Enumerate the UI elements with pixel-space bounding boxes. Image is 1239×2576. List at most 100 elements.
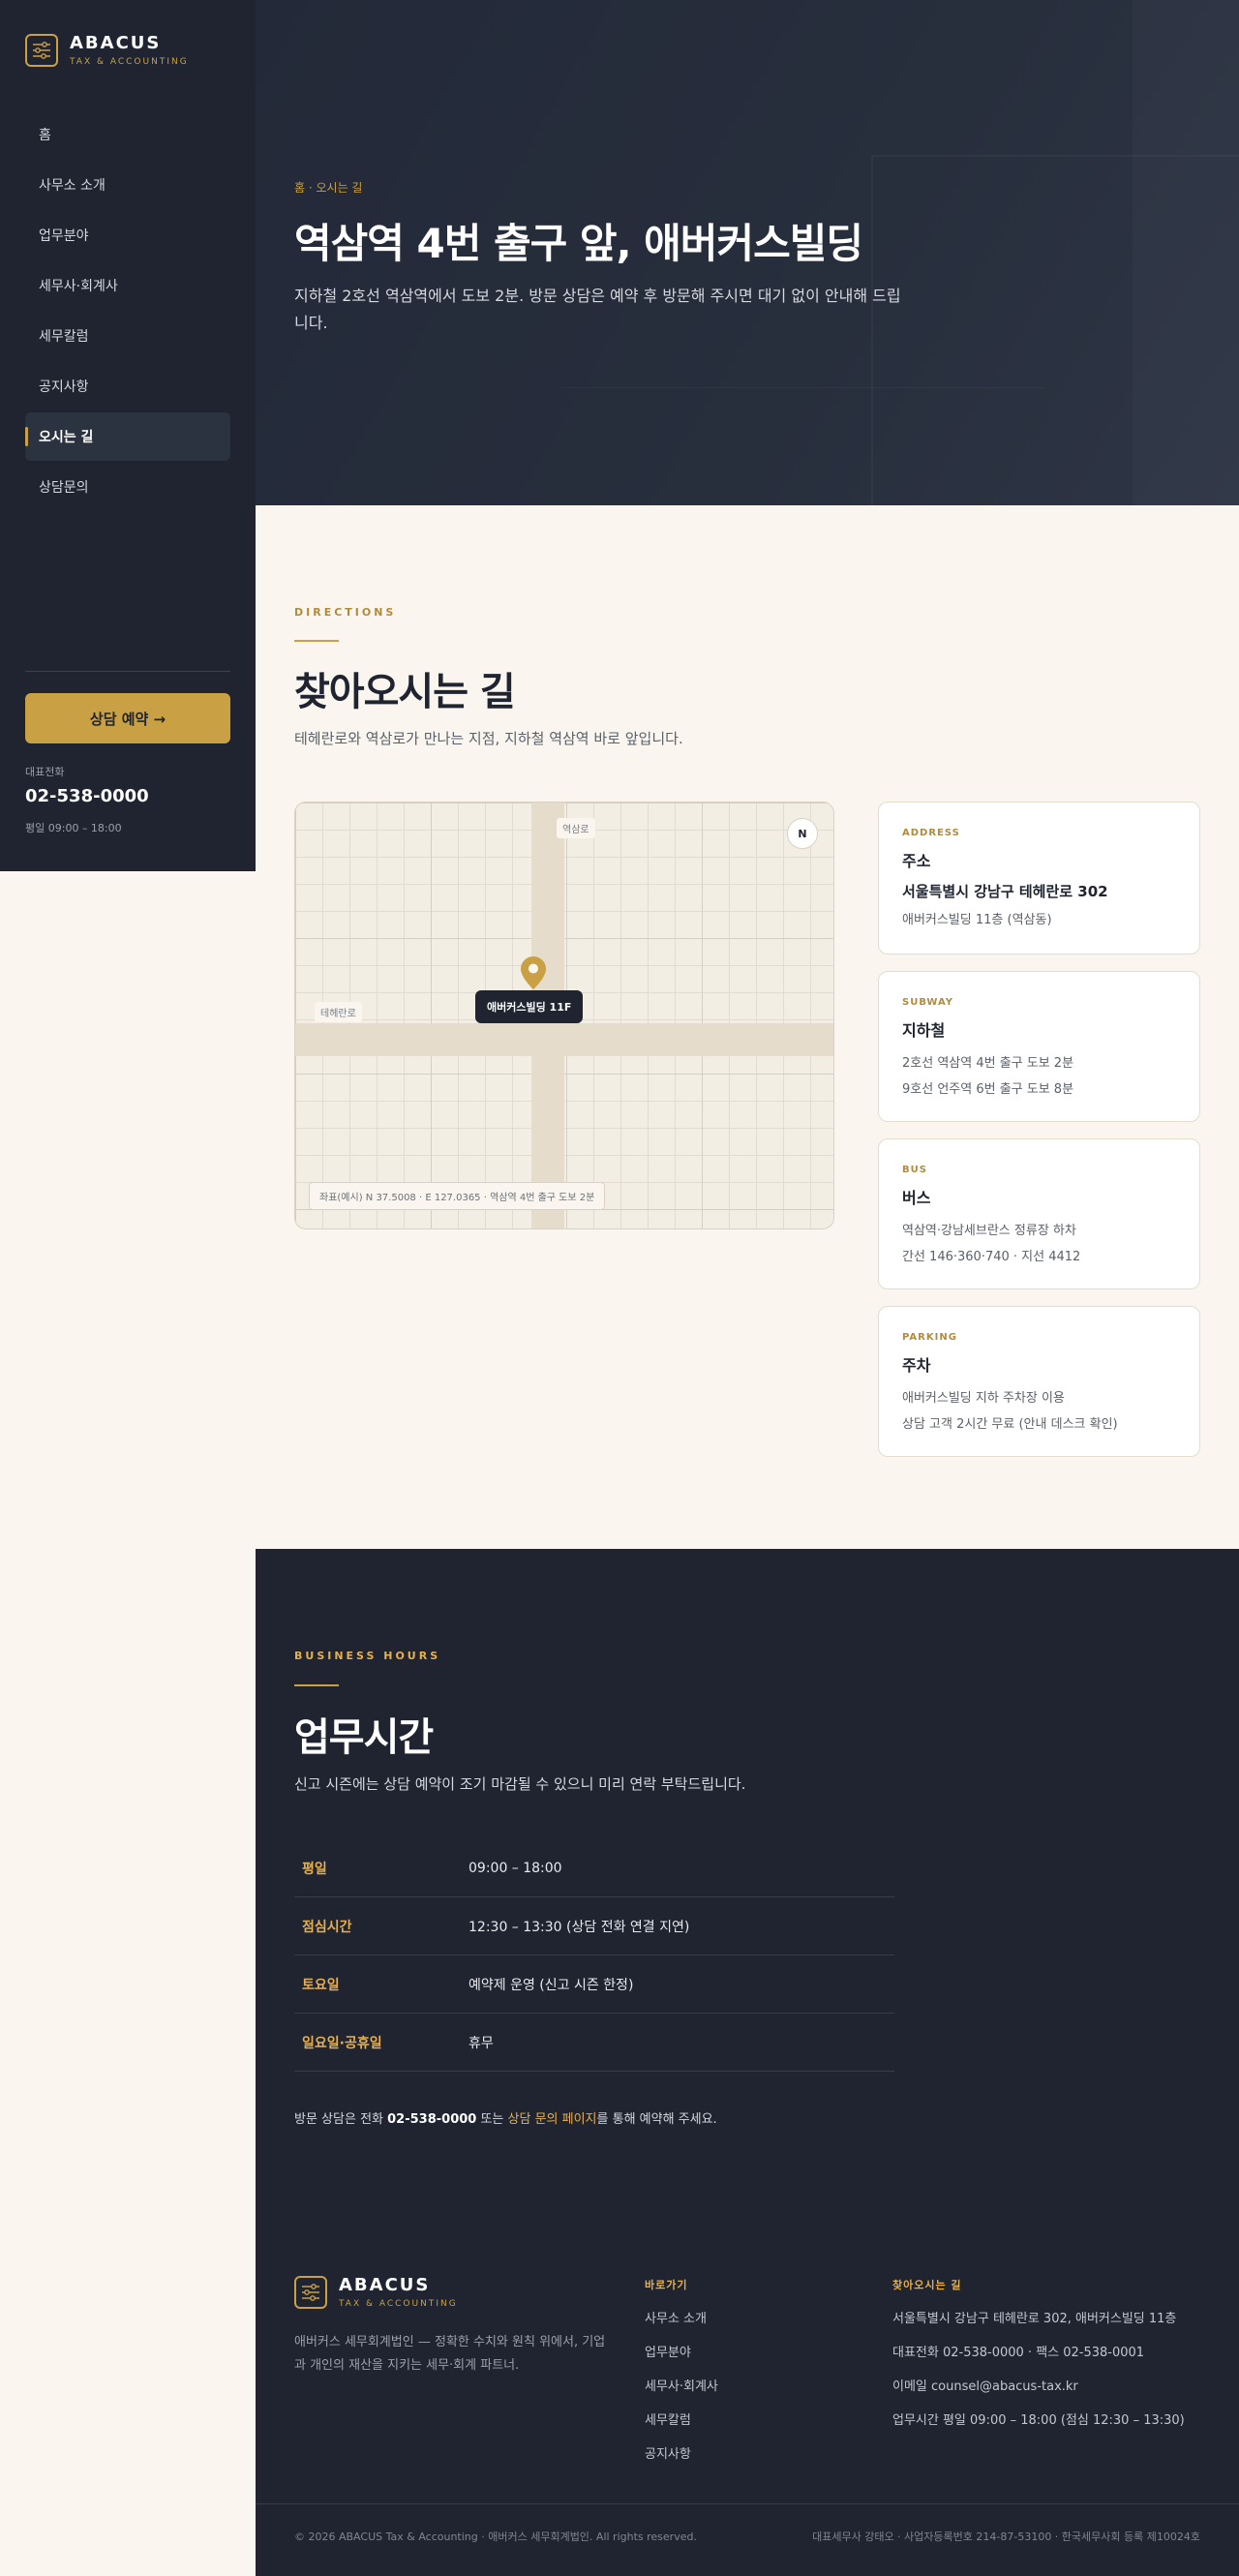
nav-item-consult[interactable]: 상담문의 [25, 463, 230, 511]
info-card-parking: PARKING 주차 애버커스빌딩 지하 주차장 이용 상담 고객 2시간 무료… [878, 1306, 1200, 1457]
hours-time: 휴무 [468, 2035, 494, 2051]
footer-contact-title: 찾아오시는 길 [892, 2279, 962, 2291]
road-horizontal [295, 1023, 833, 1056]
hours-time: 12:30 – 13:30 (상담 전화 연결 지연) [468, 1919, 690, 1935]
nav-item-about[interactable]: 사무소 소개 [25, 161, 230, 209]
card-eyebrow: ADDRESS [902, 828, 960, 838]
nav-item-notices[interactable]: 공지사항 [25, 362, 230, 410]
hours-day: 토요일 [302, 1977, 340, 1993]
nav-item-services[interactable]: 업무분야 [25, 211, 230, 259]
sliders-icon [25, 33, 58, 67]
breadcrumb[interactable]: 홈 · 오시는 길 [294, 179, 362, 196]
footer-link-services[interactable]: 업무분야 [645, 2342, 718, 2360]
card-eyebrow: PARKING [902, 1332, 957, 1343]
brand-name: ABACUS [70, 33, 162, 53]
card-eyebrow: BUS [902, 1165, 927, 1175]
footer-phone: 대표전화 02-538-0000 · 팩스 02-538-0001 [892, 2346, 1145, 2360]
location-map[interactable]: 역삼로 테헤란로 N 애버커스빌딩 11F 좌표(예시) N 37.5008 ·… [294, 802, 834, 1229]
hours-row: 일요일·공휴일 휴무 [294, 2014, 894, 2072]
card-eyebrow: SUBWAY [902, 997, 954, 1008]
footer-email[interactable]: 이메일 counsel@abacus-tax.kr [892, 2376, 1185, 2394]
footer-link-about[interactable]: 사무소 소개 [645, 2308, 718, 2326]
hero-decoration [561, 387, 1045, 505]
page-title: 역삼역 4번 출구 앞, 애버커스빌딩 [294, 220, 863, 267]
hours-table: 평일 09:00 – 18:00 점심시간 12:30 – 13:30 (상담 … [294, 1839, 894, 2072]
map-coordinates: 좌표(예시) N 37.5008 · E 127.0365 · 역삼역 4번 출… [309, 1182, 606, 1210]
road-label-teheran: 테헤란로 [315, 1002, 362, 1022]
info-card-bus: BUS 버스 역삼역·강남세브란스 정류장 하차 간선 146·360·740 … [878, 1138, 1200, 1289]
brand-tagline: TAX & ACCOUNTING [70, 57, 189, 67]
eyebrow-divider [294, 640, 339, 642]
hours-note-text: 또는 [476, 2112, 508, 2127]
hours-note-text: 를 통해 예약해 주세요. [596, 2112, 717, 2127]
footer-contact: 찾아오시는 길 서울특별시 강남구 테헤란로 302, 애버커스빌딩 11층 대… [892, 2277, 1185, 2428]
card-line: 2호선 역삼역 4번 출구 도보 2분 [902, 1056, 1074, 1071]
brand-tagline: TAX & ACCOUNTING [339, 2299, 458, 2309]
brand-logo[interactable]: ABACUS TAX & ACCOUNTING [25, 33, 189, 67]
card-line: 9호선 언주역 6번 출구 도보 8분 [902, 1082, 1074, 1097]
directions-section: DIRECTIONS 찾아오시는 길 테헤란로와 역삼로가 만나는 지점, 지하… [256, 505, 1239, 1549]
hours-day: 점심시간 [302, 1919, 352, 1935]
footer-logo[interactable]: ABACUS TAX & ACCOUNTING [294, 2275, 458, 2309]
hero: 홈 · 오시는 길 역삼역 4번 출구 앞, 애버커스빌딩 지하철 2호선 역삼… [256, 0, 1239, 505]
nav-item-column[interactable]: 세무칼럼 [25, 312, 230, 360]
card-line: 역삼역·강남세브란스 정류장 하차 [902, 1224, 1076, 1238]
hero-description: 지하철 2호선 역삼역에서 도보 2분. 방문 상담은 예약 후 방문해 주시면… [294, 287, 901, 332]
hours-note-phone[interactable]: 02-538-0000 [387, 2112, 476, 2127]
hours-day: 일요일·공휴일 [302, 2035, 382, 2051]
sidebar-divider [25, 671, 230, 672]
hours-note: 방문 상담은 전화 02-538-0000 또는 상담 문의 페이지를 통해 예… [294, 2108, 717, 2127]
nav-item-home[interactable]: 홈 [25, 110, 230, 159]
sidebar-nav: 홈 사무소 소개 업무분야 세무사·회계사 세무칼럼 공지사항 오시는 길 상담… [25, 110, 230, 513]
registration-info: 대표세무사 강태오 · 사업자등록번호 214-87-53100 · 한국세무사… [812, 2531, 1200, 2543]
footer-divider [256, 2503, 1239, 2504]
phone-number[interactable]: 02-538-0000 [25, 786, 149, 806]
phone-label: 대표전화 [25, 766, 65, 778]
brand-name: ABACUS [339, 2275, 431, 2295]
footer-links-title: 바로가기 [645, 2279, 688, 2291]
book-consultation-button[interactable]: 상담 예약 → [25, 693, 230, 743]
compass-icon: N [787, 818, 818, 849]
sliders-icon [294, 2275, 327, 2309]
section-eyebrow: BUSINESS HOURS [294, 1650, 441, 1662]
hours-time: 09:00 – 18:00 [468, 1860, 562, 1876]
footer-links: 바로가기 사무소 소개 업무분야 세무사·회계사 세무칼럼 공지사항 [645, 2277, 718, 2462]
footer-link-column[interactable]: 세무칼럼 [645, 2409, 718, 2428]
section-description: 신고 시즌에는 상담 예약이 조기 마감될 수 있으니 미리 연락 부탁드립니다… [294, 1775, 746, 1793]
card-line: 간선 146·360·740 · 지선 4412 [902, 1250, 1081, 1264]
section-description: 테헤란로와 역삼로가 만나는 지점, 지하철 역삼역 바로 앞입니다. [294, 730, 683, 747]
card-title: 주차 [902, 1356, 931, 1375]
card-line: 서울특별시 강남구 테헤란로 302 [902, 883, 1108, 900]
footer-description: 애버커스 세무회계법인 — 정확한 수치와 원칙 위에서, 기업과 개인의 재산… [294, 2335, 606, 2373]
nav-item-professionals[interactable]: 세무사·회계사 [25, 261, 230, 310]
hours-row: 토요일 예약제 운영 (신고 시즌 한정) [294, 1955, 894, 2014]
section-eyebrow: DIRECTIONS [294, 606, 397, 619]
nav-item-directions[interactable]: 오시는 길 [25, 412, 230, 461]
copyright: © 2026 ABACUS Tax & Accounting · 애버커스 세무… [294, 2531, 697, 2543]
road-label-yeoksam: 역삼로 [557, 818, 595, 838]
eyebrow-divider [294, 1684, 339, 1686]
card-title: 주소 [902, 852, 931, 870]
hours-row: 점심시간 12:30 – 13:30 (상담 전화 연결 지연) [294, 1897, 894, 1955]
hours-row: 평일 09:00 – 18:00 [294, 1839, 894, 1897]
hours-day: 평일 [302, 1861, 327, 1877]
section-title: 찾아오시는 길 [294, 670, 516, 714]
info-card-address: ADDRESS 주소 서울특별시 강남구 테헤란로 302 애버커스빌딩 11층… [878, 802, 1200, 955]
business-hours-section: BUSINESS HOURS 업무시간 신고 시즌에는 상담 예약이 조기 마감… [256, 1549, 1239, 2576]
footer-hours: 업무시간 평일 09:00 – 18:00 (점심 12:30 – 13:30) [892, 2413, 1185, 2428]
card-title: 지하철 [902, 1021, 946, 1040]
footer-address: 서울특별시 강남구 테헤란로 302, 애버커스빌딩 11층 [892, 2312, 1177, 2326]
sidebar: ABACUS TAX & ACCOUNTING 홈 사무소 소개 업무분야 세무… [0, 0, 256, 871]
phone-hours: 평일 09:00 – 18:00 [25, 822, 122, 834]
map-pin-icon[interactable] [520, 955, 547, 990]
info-card-subway: SUBWAY 지하철 2호선 역삼역 4번 출구 도보 2분 9호선 언주역 6… [878, 971, 1200, 1122]
hours-note-text: 방문 상담은 전화 [294, 2112, 388, 2127]
card-line: 애버커스빌딩 11층 (역삼동) [902, 913, 1052, 927]
card-title: 버스 [902, 1189, 931, 1207]
map-location-tag: 애버커스빌딩 11F [475, 990, 584, 1023]
card-line: 상담 고객 2시간 무료 (안내 데스크 확인) [902, 1417, 1118, 1432]
section-title: 업무시간 [294, 1715, 434, 1760]
footer-link-professionals[interactable]: 세무사·회계사 [645, 2376, 718, 2394]
consult-page-link[interactable]: 상담 문의 페이지 [508, 2112, 597, 2127]
footer-link-notices[interactable]: 공지사항 [645, 2443, 718, 2462]
